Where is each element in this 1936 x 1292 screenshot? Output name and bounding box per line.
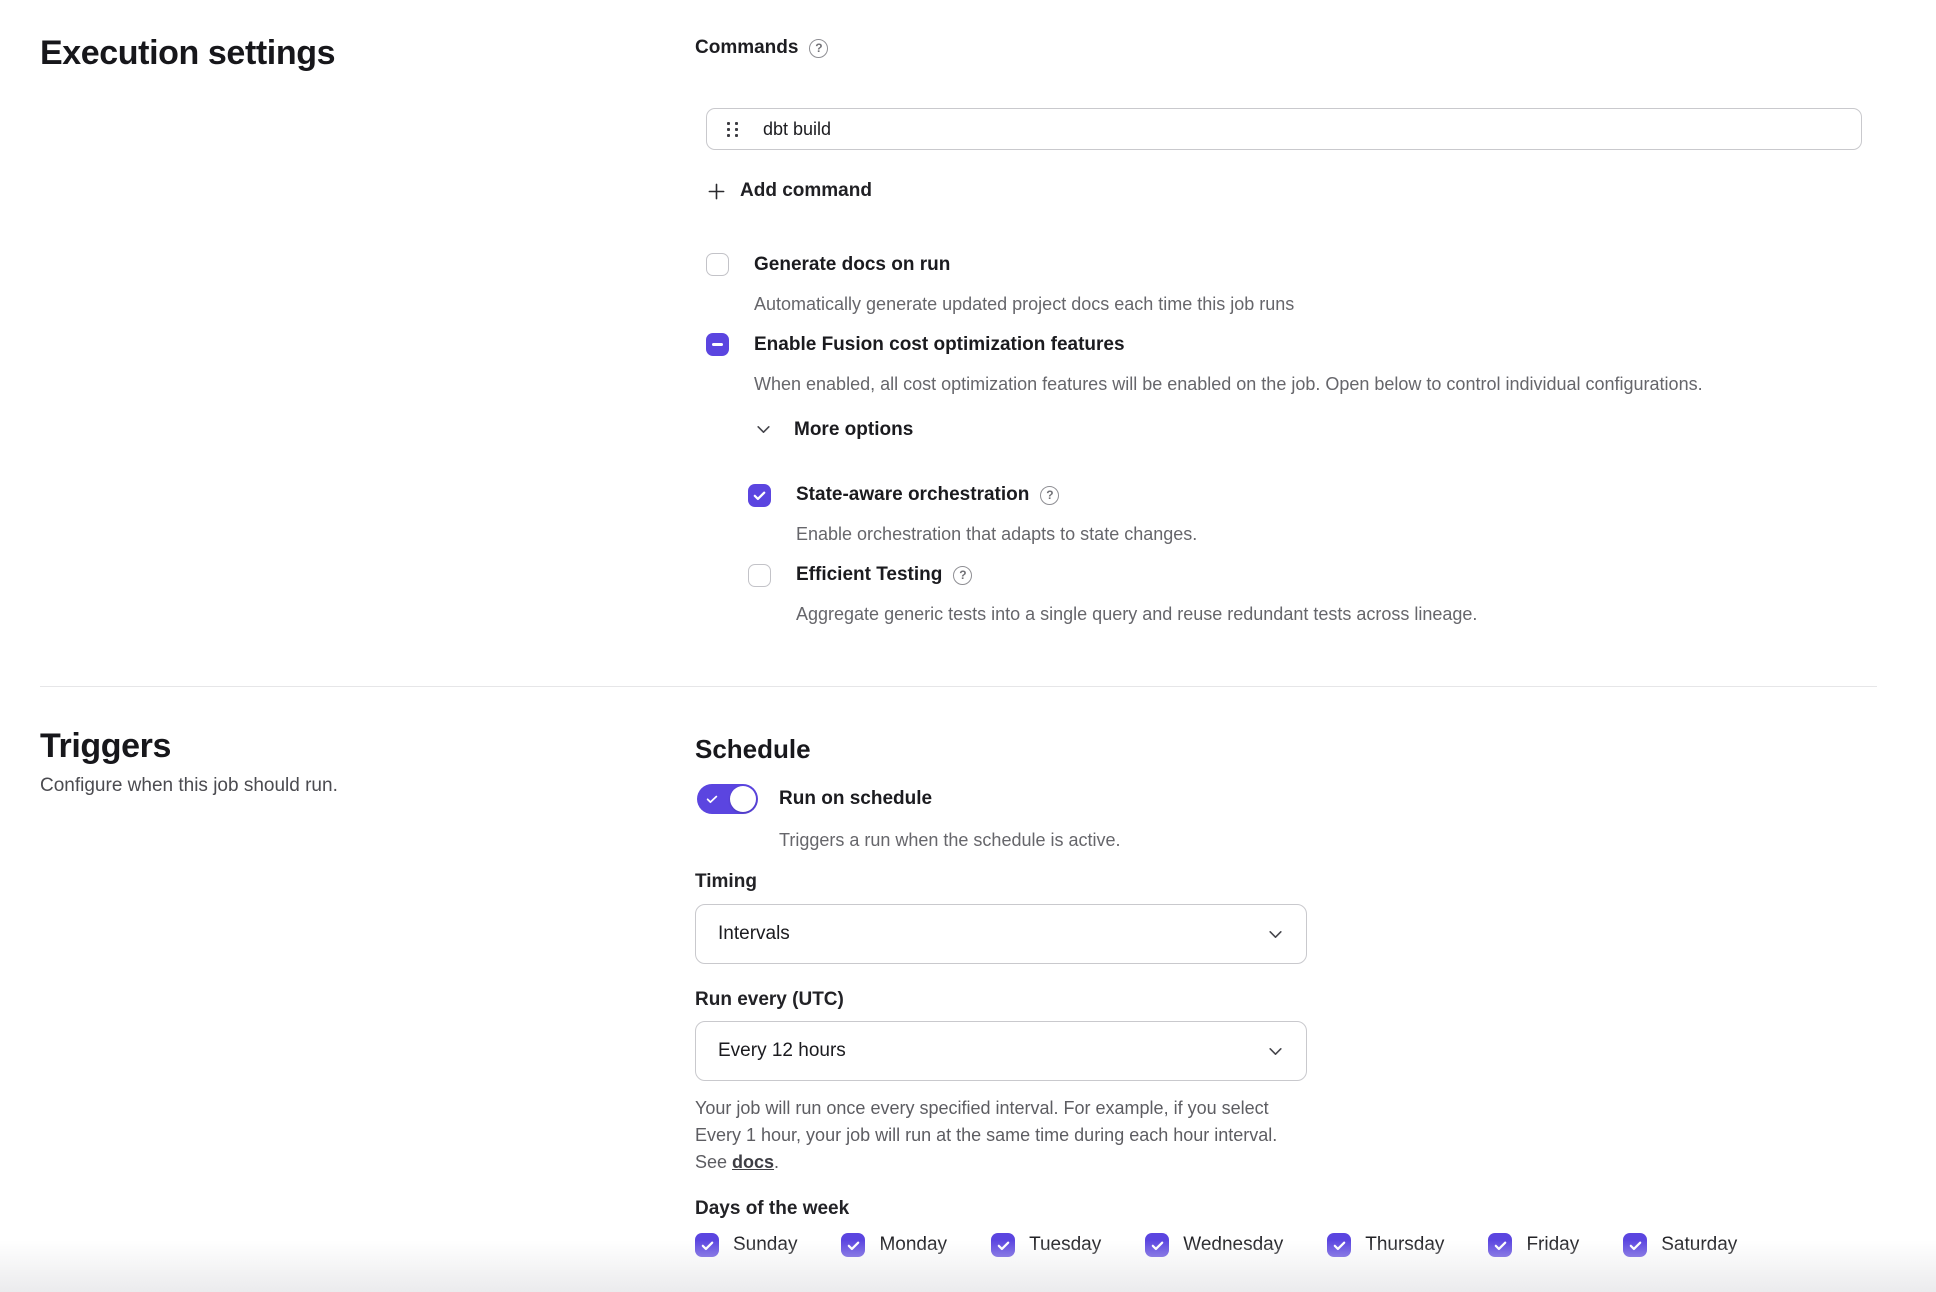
fusion-label[interactable]: Enable Fusion cost optimization features bbox=[754, 333, 1125, 357]
generate-docs-group: Generate docs on run Automatically gener… bbox=[706, 253, 1936, 315]
generate-docs-label[interactable]: Generate docs on run bbox=[754, 253, 950, 277]
add-command-button[interactable]: Add command bbox=[707, 180, 872, 202]
saturday-label[interactable]: Saturday bbox=[1661, 1234, 1737, 1256]
run-every-label: Run every (UTC) bbox=[695, 988, 1936, 1012]
execution-settings-section: Execution settings Commands dbt build Ad… bbox=[0, 0, 1936, 625]
state-aware-help-icon[interactable] bbox=[1040, 486, 1059, 505]
day-item-friday: Friday bbox=[1488, 1233, 1579, 1257]
days-of-week-label: Days of the week bbox=[695, 1197, 1936, 1221]
state-aware-group: State-aware orchestration Enable orchest… bbox=[748, 483, 1936, 545]
sunday-label[interactable]: Sunday bbox=[733, 1234, 797, 1256]
tuesday-checkbox[interactable] bbox=[991, 1233, 1015, 1257]
state-aware-description: Enable orchestration that adapts to stat… bbox=[796, 523, 1936, 545]
day-item-monday: Monday bbox=[841, 1233, 947, 1257]
commands-help-icon[interactable] bbox=[809, 39, 828, 58]
run-on-schedule-description: Triggers a run when the schedule is acti… bbox=[779, 829, 1936, 851]
triggers-title: Triggers bbox=[40, 726, 695, 766]
schedule-title: Schedule bbox=[695, 733, 1936, 765]
run-on-schedule-toggle[interactable] bbox=[697, 784, 758, 814]
drag-handle-icon[interactable] bbox=[727, 122, 738, 137]
run-every-value: Every 12 hours bbox=[718, 1040, 846, 1062]
efficient-testing-description: Aggregate generic tests into a single qu… bbox=[796, 603, 1936, 625]
chevron-down-icon bbox=[1267, 1043, 1284, 1060]
toggle-check-icon bbox=[705, 792, 719, 806]
plus-icon bbox=[707, 182, 726, 201]
monday-checkbox[interactable] bbox=[841, 1233, 865, 1257]
wednesday-checkbox[interactable] bbox=[1145, 1233, 1169, 1257]
day-item-saturday: Saturday bbox=[1623, 1233, 1737, 1257]
thursday-label[interactable]: Thursday bbox=[1365, 1234, 1444, 1256]
docs-link[interactable]: docs bbox=[732, 1152, 774, 1172]
fusion-checkbox[interactable] bbox=[706, 333, 729, 356]
timing-label: Timing bbox=[695, 870, 1936, 894]
run-every-select[interactable]: Every 12 hours bbox=[695, 1021, 1307, 1081]
wednesday-label[interactable]: Wednesday bbox=[1183, 1234, 1283, 1256]
run-on-schedule-row: Run on schedule bbox=[697, 784, 1936, 814]
triggers-subtitle: Configure when this job should run. bbox=[40, 775, 695, 797]
timing-select[interactable]: Intervals bbox=[695, 904, 1307, 964]
timing-value: Intervals bbox=[718, 923, 790, 945]
run-on-schedule-label[interactable]: Run on schedule bbox=[779, 788, 932, 810]
commands-label-row: Commands bbox=[695, 36, 1936, 60]
toggle-knob bbox=[730, 786, 756, 812]
friday-label[interactable]: Friday bbox=[1526, 1234, 1579, 1256]
days-of-week-row: Sunday Monday Tuesday Wednesday Thursday… bbox=[695, 1233, 1936, 1257]
friday-checkbox[interactable] bbox=[1488, 1233, 1512, 1257]
efficient-testing-group: Efficient Testing Aggregate generic test… bbox=[748, 563, 1936, 625]
chevron-down-icon bbox=[1267, 926, 1284, 943]
command-value[interactable]: dbt build bbox=[763, 119, 831, 140]
interval-helper-text: Your job will run once every specified i… bbox=[695, 1095, 1295, 1176]
fusion-group: Enable Fusion cost optimization features… bbox=[706, 333, 1936, 395]
commands-label: Commands bbox=[695, 36, 798, 60]
command-input[interactable]: dbt build bbox=[706, 108, 1862, 150]
more-options-expander[interactable]: More options bbox=[755, 418, 913, 442]
efficient-testing-help-icon[interactable] bbox=[953, 566, 972, 585]
generate-docs-description: Automatically generate updated project d… bbox=[754, 293, 1936, 315]
saturday-checkbox[interactable] bbox=[1623, 1233, 1647, 1257]
fusion-description: When enabled, all cost optimization feat… bbox=[754, 373, 1936, 395]
day-item-sunday: Sunday bbox=[695, 1233, 797, 1257]
sunday-checkbox[interactable] bbox=[695, 1233, 719, 1257]
day-item-tuesday: Tuesday bbox=[991, 1233, 1101, 1257]
generate-docs-checkbox[interactable] bbox=[706, 253, 729, 276]
day-item-wednesday: Wednesday bbox=[1145, 1233, 1283, 1257]
thursday-checkbox[interactable] bbox=[1327, 1233, 1351, 1257]
efficient-testing-checkbox[interactable] bbox=[748, 564, 771, 587]
add-command-label: Add command bbox=[740, 180, 872, 202]
triggers-section: Triggers Configure when this job should … bbox=[0, 687, 1936, 1257]
day-item-thursday: Thursday bbox=[1327, 1233, 1444, 1257]
execution-settings-title: Execution settings bbox=[40, 33, 695, 73]
chevron-down-icon bbox=[755, 421, 772, 438]
efficient-testing-label[interactable]: Efficient Testing bbox=[796, 563, 942, 587]
more-options-label: More options bbox=[794, 418, 913, 442]
monday-label[interactable]: Monday bbox=[879, 1234, 947, 1256]
state-aware-checkbox[interactable] bbox=[748, 484, 771, 507]
tuesday-label[interactable]: Tuesday bbox=[1029, 1234, 1101, 1256]
state-aware-label[interactable]: State-aware orchestration bbox=[796, 483, 1029, 507]
